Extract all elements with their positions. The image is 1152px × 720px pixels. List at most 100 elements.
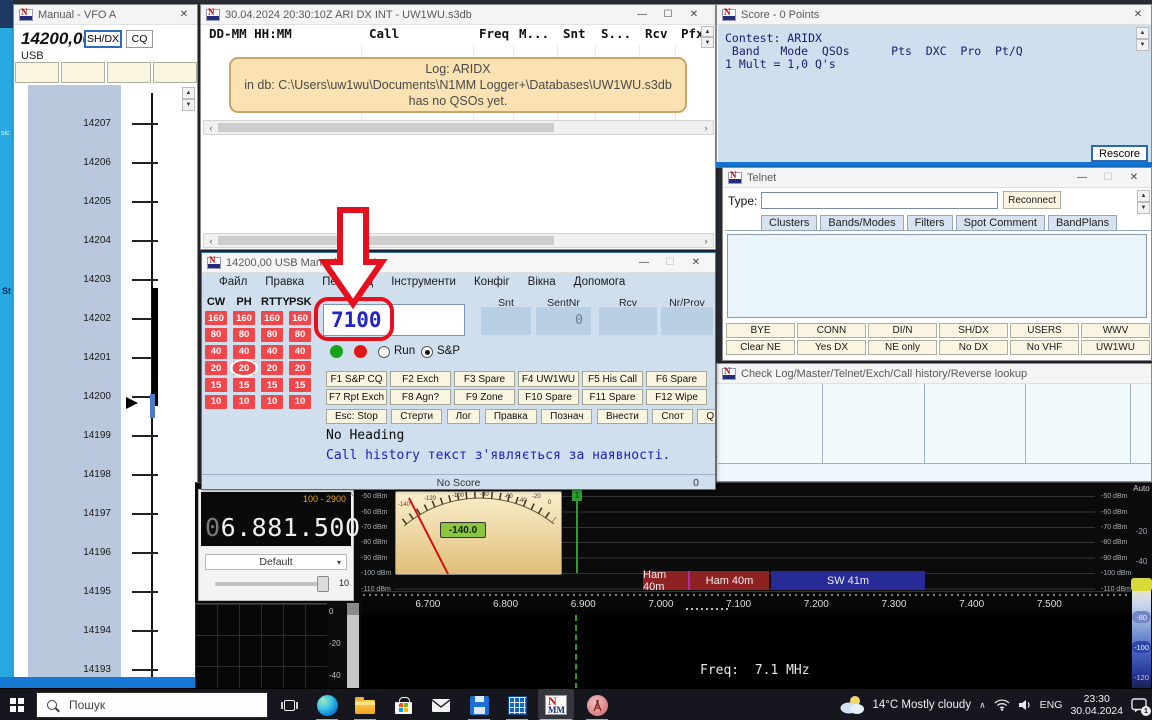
scroll-left-icon[interactable]: ‹ (204, 236, 218, 246)
band-button[interactable]: 20 (261, 361, 283, 375)
taskbar-app-mail[interactable] (426, 689, 456, 720)
shdx-button[interactable]: SH/DX (84, 30, 122, 48)
log-column-header[interactable]: Rcv (645, 26, 668, 41)
close-icon[interactable]: ✕ (681, 5, 707, 24)
panel-scroll-up-icon[interactable]: ^ (349, 492, 353, 501)
legend-auto-label[interactable]: Auto (1131, 484, 1152, 493)
sentnr-field[interactable]: 0 (536, 307, 591, 335)
telnet-tab[interactable]: Filters (907, 215, 953, 230)
close-icon[interactable]: ✕ (1125, 5, 1151, 24)
memory-button[interactable] (107, 62, 151, 83)
telnet-command-button[interactable]: WWV (1081, 323, 1150, 338)
wifi-icon[interactable] (994, 699, 1010, 711)
log-scrollbar-bottom[interactable]: ‹ › (203, 233, 714, 248)
telnet-filter-button[interactable]: No DX (939, 340, 1008, 355)
spin-up-icon[interactable]: ▲ (1137, 190, 1150, 202)
band-button[interactable]: 40 (233, 345, 255, 359)
sp-radio-label[interactable]: S&P (437, 345, 460, 357)
taskbar-app-spreadsheet[interactable] (502, 689, 532, 720)
band-button[interactable]: 80 (289, 328, 311, 342)
language-indicator[interactable]: ENG (1040, 699, 1063, 711)
spin-up-icon[interactable]: ▲ (182, 87, 195, 99)
scroll-right-icon[interactable]: › (699, 236, 713, 246)
band-button[interactable]: 40 (205, 345, 227, 359)
maximize-icon[interactable]: ☐ (657, 253, 683, 272)
band-button[interactable]: 160 (261, 311, 283, 325)
band-bar-sw41m[interactable]: SW 41m (771, 571, 925, 590)
frequency-scale-strip[interactable]: 6.7006.8006.9007.0007.1007.2007.3007.400… (361, 591, 1135, 615)
log-column-header[interactable]: Snt (563, 26, 586, 41)
nrprov-field[interactable] (661, 307, 713, 335)
menu-item[interactable]: Вікна (519, 274, 565, 290)
fkey-button[interactable]: F1 S&P CQ (326, 371, 387, 387)
band-button[interactable]: 80 (261, 328, 283, 342)
fkey-button[interactable]: F12 Wipe (646, 389, 707, 405)
log-column-header[interactable]: Call (369, 26, 399, 41)
start-button[interactable] (2, 689, 32, 720)
log-column-header[interactable]: Freq (479, 26, 509, 41)
band-button[interactable]: 20 (289, 361, 311, 375)
taskbar-app-save[interactable] (464, 689, 494, 720)
waterfall-area[interactable]: Freq: 7.1 MHz (361, 615, 1135, 689)
menu-item[interactable]: Правка (256, 274, 313, 290)
notification-center-button[interactable]: 1 (1131, 697, 1149, 714)
sdr-frequency-digits[interactable]: 06.881.500 (205, 513, 361, 542)
fkey-button[interactable]: F10 Spare (518, 389, 579, 405)
sdr-vertical-scrollbar[interactable] (347, 603, 359, 689)
score-scroll-spinner[interactable]: ▲ ▼ (1136, 27, 1149, 51)
fkey-button[interactable]: F11 Spare (582, 389, 643, 405)
minimize-icon[interactable]: — (1069, 168, 1095, 187)
telnet-filter-button[interactable]: Clear NE (726, 340, 795, 355)
taskbar-app-edge[interactable] (312, 689, 342, 720)
sp-radio[interactable] (421, 346, 433, 358)
telnet-command-button[interactable]: SH/DX (939, 323, 1008, 338)
band-button[interactable]: 15 (289, 378, 311, 392)
action-button[interactable]: QRZ (697, 409, 716, 424)
band-button[interactable]: 80 (205, 328, 227, 342)
fkey-button[interactable]: F7 Rpt Exch (326, 389, 387, 405)
telnet-command-button[interactable]: CONN (797, 323, 866, 338)
minimize-icon[interactable]: — (629, 5, 655, 24)
taskbar-app-n1mm[interactable]: NMM (538, 689, 574, 720)
band-button[interactable]: 20 (205, 361, 227, 375)
log-column-header[interactable]: DD-MM HH:MM (209, 26, 292, 41)
run-radio[interactable] (378, 346, 390, 358)
fkey-button[interactable]: F8 Agn? (390, 389, 451, 405)
spin-down-icon[interactable]: ▼ (701, 37, 714, 48)
maximize-icon[interactable]: ☐ (1095, 168, 1121, 187)
telnet-filter-button[interactable]: UW1WU (1081, 340, 1150, 355)
minimize-icon[interactable]: — (631, 253, 657, 272)
speaker-icon[interactable] (1018, 699, 1032, 711)
telnet-command-button[interactable]: DI/N (868, 323, 937, 338)
menu-item[interactable]: Інструменти (382, 274, 465, 290)
clock[interactable]: 23:30 30.04.2024 (1070, 693, 1123, 717)
memory-button[interactable] (153, 62, 197, 83)
snt-field[interactable] (481, 307, 531, 335)
reconnect-button[interactable]: Reconnect (1003, 191, 1061, 209)
taskbar-app-store[interactable] (388, 689, 418, 720)
band-button[interactable]: 160 (289, 311, 311, 325)
scrollbar-thumb[interactable] (218, 123, 554, 132)
cq-button[interactable]: CQ (126, 30, 153, 48)
band-button[interactable]: 40 (261, 345, 283, 359)
check-titlebar[interactable]: N Check Log/Master/Telnet/Exch/Call hist… (717, 364, 1151, 384)
taskbar-app-radio[interactable] (582, 689, 612, 720)
rescore-button[interactable]: Rescore (1091, 145, 1148, 162)
fkey-button[interactable]: F4 UW1WU (518, 371, 579, 387)
telnet-tab[interactable]: Clusters (761, 215, 817, 230)
fkey-button[interactable]: F9 Zone (454, 389, 515, 405)
sdr-slider-handle[interactable] (317, 576, 329, 592)
log-titlebar[interactable]: N 30.04.2024 20:30:10Z ARI DX INT - UW1W… (201, 5, 715, 25)
score-titlebar[interactable]: N Score - 0 Points ✕ (717, 5, 1151, 25)
log-scroll-spinner[interactable]: ▲ ▼ (701, 26, 714, 48)
telnet-filter-button[interactable]: Yes DX (797, 340, 866, 355)
sdr-slider-track[interactable] (215, 582, 329, 586)
band-bar-ham40m-1[interactable]: Ham 40m (643, 571, 688, 590)
menu-item[interactable]: Допомога (565, 274, 635, 290)
sdr-profile-select[interactable]: Default ▾ (205, 554, 347, 570)
spectrum-cursor-line[interactable] (576, 501, 578, 573)
log-column-header[interactable]: M... (519, 26, 549, 41)
close-icon[interactable]: ✕ (1121, 168, 1147, 187)
band-button[interactable]: 160 (233, 311, 255, 325)
tray-expand-icon[interactable]: ∧ (979, 700, 986, 711)
